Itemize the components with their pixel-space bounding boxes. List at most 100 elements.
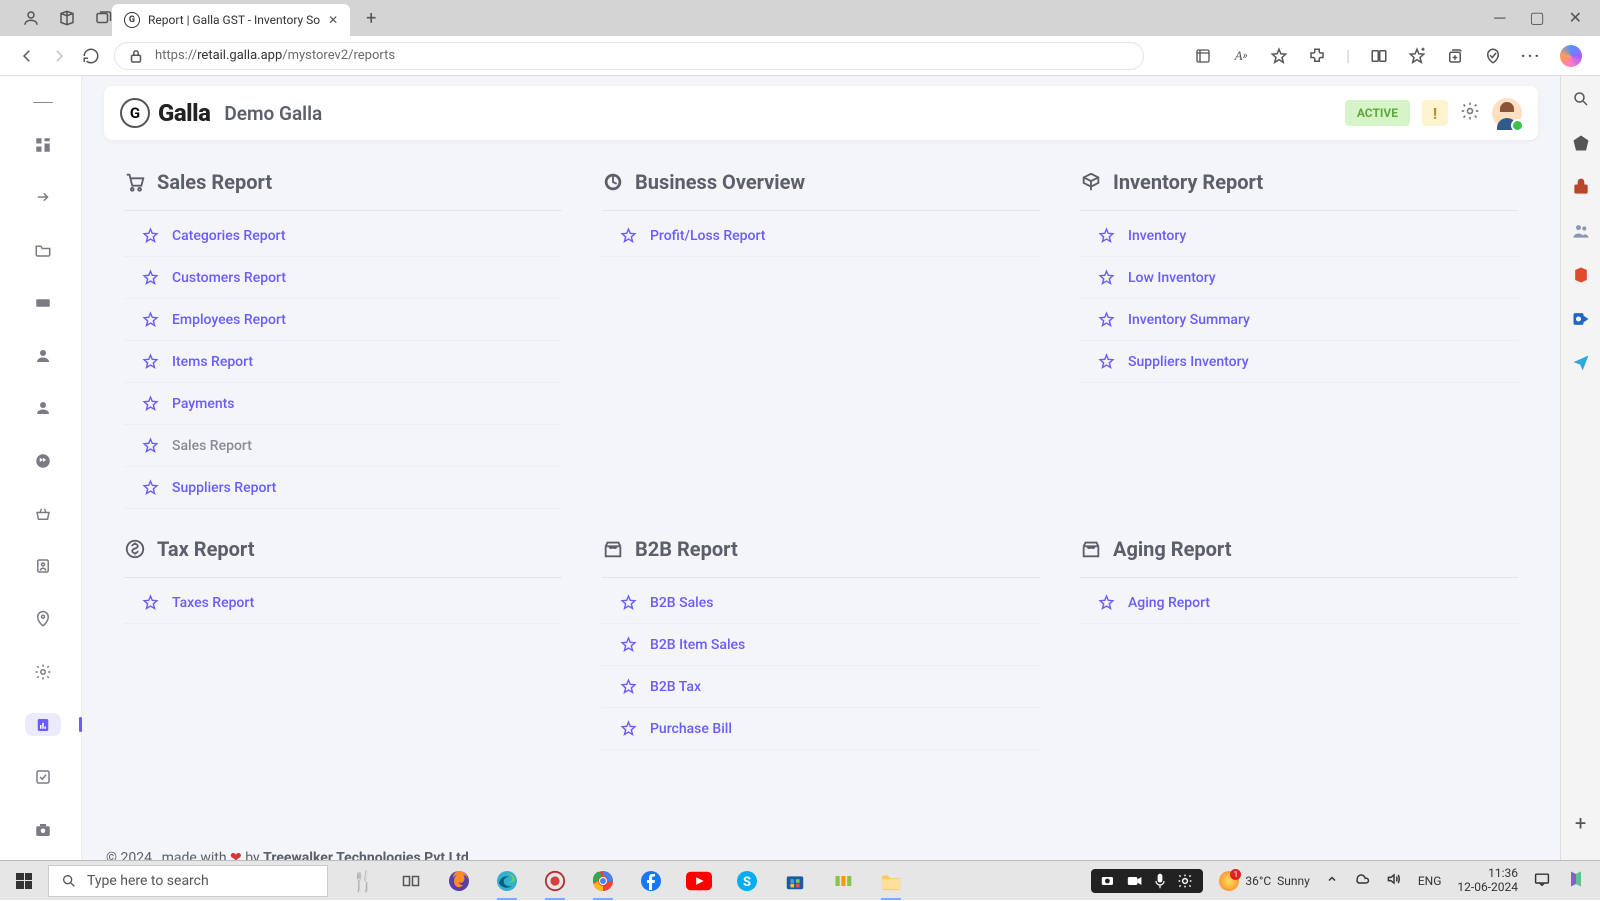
back-button[interactable] [18,47,36,65]
report-item[interactable]: Purchase Bill [602,708,1040,750]
workspaces-icon[interactable] [58,9,76,27]
profile-icon[interactable] [22,9,40,27]
tab-overview-icon[interactable] [94,9,112,27]
sidebar-location-icon[interactable] [25,608,61,631]
new-tab-button[interactable]: + [350,8,392,29]
report-item[interactable]: Low Inventory [1080,257,1518,299]
sidebar-settings-icon[interactable] [25,660,61,683]
copilot-icon[interactable] [1560,45,1582,67]
report-item[interactable]: Employees Report [124,299,562,341]
tray-app-icon[interactable] [1566,869,1586,892]
taskbar-edge[interactable] [494,868,520,894]
edge-add-icon[interactable]: + [1570,812,1592,834]
report-link[interactable]: Inventory [1128,228,1186,244]
sidebar-book-icon[interactable] [25,555,61,578]
tray-chevron-icon[interactable] [1326,873,1338,888]
sidebar-camera-icon[interactable] [25,819,61,842]
report-item[interactable]: Suppliers Report [124,467,562,509]
sidebar-variant-icon[interactable] [25,291,61,314]
sidebar-user1-icon[interactable] [25,344,61,367]
report-link[interactable]: Suppliers Report [172,480,276,496]
browser-tab[interactable]: G Report | Galla GST - Inventory So ✕ [112,4,350,36]
window-minimize-button[interactable]: ─ [1494,8,1505,28]
sidebar-reports-icon[interactable] [25,713,61,736]
report-item[interactable]: Inventory Summary [1080,299,1518,341]
taskbar-explorer[interactable] [878,868,904,894]
window-maximize-button[interactable]: ▢ [1529,8,1544,28]
site-lock-icon[interactable] [127,47,145,65]
report-item[interactable]: B2B Sales [602,582,1040,624]
tray-volume-icon[interactable] [1386,871,1402,890]
edge-search-icon[interactable] [1570,88,1592,110]
taskbar-app-utensils[interactable]: 🍴 [350,868,376,894]
report-item[interactable]: Categories Report [124,215,562,257]
sidebar-dashboard-icon[interactable] [25,133,61,156]
sidebar-forward-icon[interactable] [25,450,61,473]
browser-essentials-icon[interactable] [1484,47,1502,65]
tray-language[interactable]: ENG [1418,874,1442,888]
report-link[interactable]: Customers Report [172,270,286,286]
report-item[interactable]: Inventory [1080,215,1518,257]
header-settings-icon[interactable] [1460,101,1480,125]
warning-badge[interactable]: ! [1422,100,1448,126]
taskbar-facebook[interactable] [638,868,664,894]
tray-recording[interactable] [1091,869,1203,893]
report-link[interactable]: Categories Report [172,228,286,244]
edge-tools-icon[interactable] [1570,176,1592,198]
collections-icon[interactable] [1446,47,1464,65]
report-item[interactable]: Payments [124,383,562,425]
edge-shopping-icon[interactable] [1570,132,1592,154]
report-item[interactable]: Profit/Loss Report [602,215,1040,257]
favorite-star-icon[interactable] [1270,47,1288,65]
tray-clock[interactable]: 11:36 12-06-2024 [1457,867,1518,895]
sidebar-check-icon[interactable] [25,766,61,789]
taskbar-task-view[interactable] [398,868,424,894]
edge-outlook-icon[interactable] [1570,308,1592,330]
sidebar-folder-icon[interactable] [25,239,61,262]
report-item[interactable]: Customers Report [124,257,562,299]
taskbar-search[interactable]: Type here to search [48,865,328,897]
tray-cloud-icon[interactable] [1354,872,1370,889]
taskbar-chrome[interactable] [590,868,616,894]
report-item[interactable]: Aging Report [1080,582,1518,624]
report-item[interactable]: Sales Report [124,425,562,467]
taskbar-store[interactable] [782,868,808,894]
tray-notifications-icon[interactable] [1534,872,1550,889]
report-link[interactable]: Purchase Bill [650,721,732,737]
report-link[interactable]: Payments [172,396,235,412]
edge-m365-icon[interactable] [1570,264,1592,286]
report-link[interactable]: Low Inventory [1128,270,1216,286]
report-link[interactable]: Sales Report [172,438,252,454]
taskbar-firefox[interactable] [446,868,472,894]
app-install-icon[interactable] [1194,47,1212,65]
taskbar-youtube[interactable] [686,868,712,894]
split-screen-icon[interactable] [1370,47,1388,65]
sidebar-basket-icon[interactable] [25,502,61,525]
extensions-icon[interactable] [1308,47,1326,65]
start-button[interactable] [0,861,48,901]
report-item[interactable]: Items Report [124,341,562,383]
user-avatar[interactable] [1492,98,1522,128]
taskbar-skype[interactable]: S [734,868,760,894]
sidebar-toggle[interactable] [33,102,53,103]
report-item[interactable]: B2B Item Sales [602,624,1040,666]
edge-people-icon[interactable] [1570,220,1592,242]
report-link[interactable]: B2B Item Sales [650,637,745,653]
tray-weather[interactable]: 36°C Sunny [1219,871,1309,891]
sidebar-transfer-icon[interactable] [25,186,61,209]
report-link[interactable]: Employees Report [172,312,286,328]
report-item[interactable]: Suppliers Inventory [1080,341,1518,383]
taskbar-app-green[interactable] [830,868,856,894]
window-close-button[interactable]: ✕ [1569,8,1582,28]
report-link[interactable]: B2B Tax [650,679,701,695]
more-menu-icon[interactable]: ··· [1522,47,1540,65]
report-item[interactable]: Taxes Report [124,582,562,624]
address-bar[interactable]: https://retail.galla.app/mystorev2/repor… [114,42,1144,70]
close-tab-icon[interactable]: ✕ [328,13,338,27]
report-item[interactable]: B2B Tax [602,666,1040,708]
report-link[interactable]: Items Report [172,354,253,370]
report-link[interactable]: Profit/Loss Report [650,228,765,244]
refresh-button[interactable] [82,47,100,65]
report-link[interactable]: B2B Sales [650,595,713,611]
report-link[interactable]: Inventory Summary [1128,312,1250,328]
